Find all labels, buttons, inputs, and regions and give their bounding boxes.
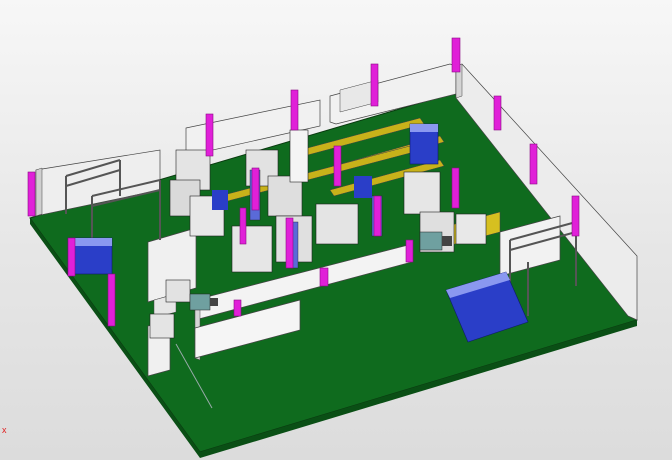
cad-viewport[interactable]: x — [0, 0, 672, 460]
factory-layout-3d-scene — [27, 37, 638, 458]
corner-mark: x — [2, 425, 7, 435]
